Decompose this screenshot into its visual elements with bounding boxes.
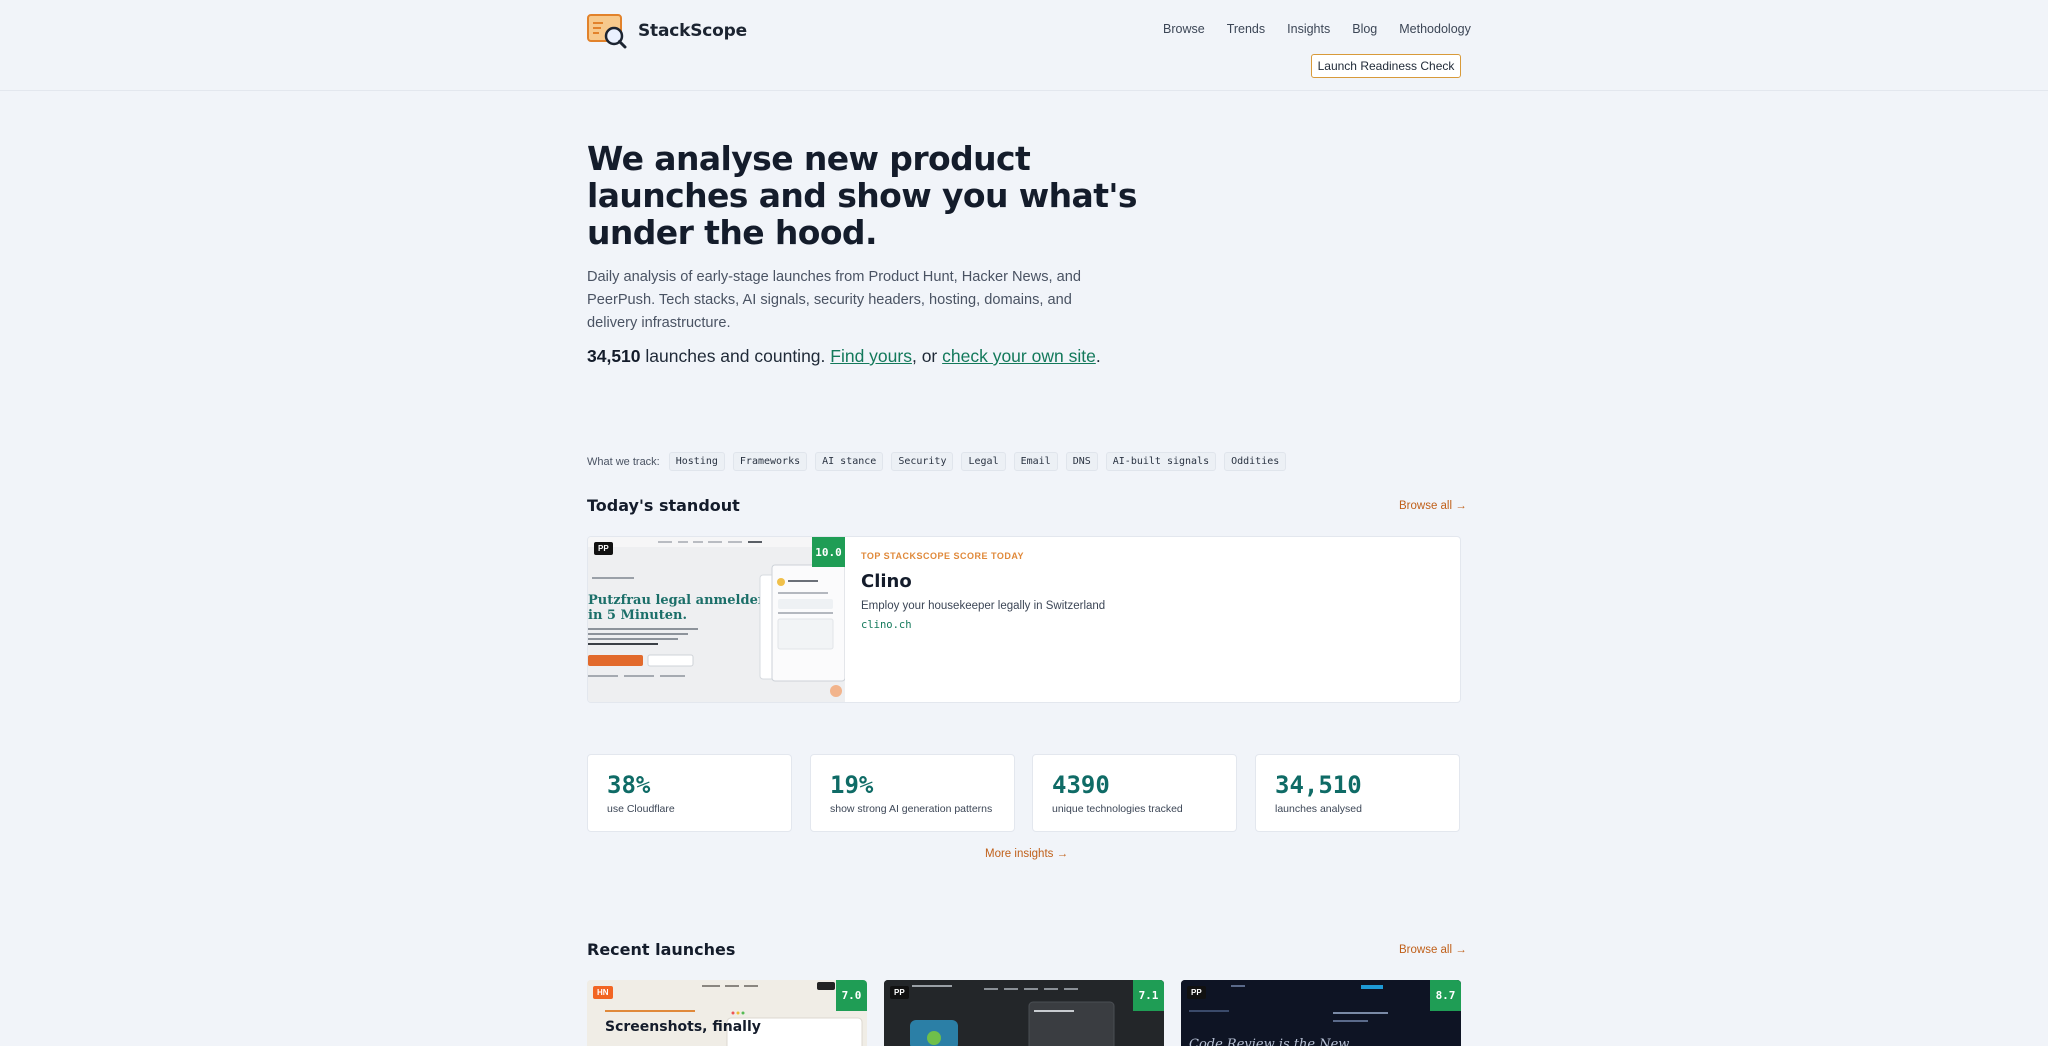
nav-blog[interactable]: Blog bbox=[1352, 22, 1377, 36]
hero-count-line: 34,510 launches and counting. Find yours… bbox=[587, 346, 1101, 367]
thumb-headline-2: in 5 Minuten. bbox=[588, 608, 687, 623]
score-badge: 10.0 bbox=[812, 537, 845, 567]
site-header: StackScope Browse Trends Insights Blog M… bbox=[0, 0, 2048, 91]
source-badge-pp: PP bbox=[890, 986, 909, 999]
stat-label: unique technologies tracked bbox=[1052, 803, 1183, 815]
chip-security[interactable]: Security bbox=[891, 452, 954, 471]
source-badge-pp: PP bbox=[594, 542, 613, 555]
chip-email[interactable]: Email bbox=[1013, 452, 1058, 471]
launch-readiness-check-button[interactable]: Launch Readiness Check bbox=[1311, 54, 1461, 78]
launch-thumb-headline: Code Review is the New bbox=[1189, 1037, 1349, 1046]
main-nav: Browse Trends Insights Blog Methodology bbox=[1163, 22, 1471, 36]
launch-thumb-headline: Screenshots, finally bbox=[605, 1019, 761, 1035]
stat-card: 4390 unique technologies tracked bbox=[1032, 754, 1237, 832]
stat-value: 38% bbox=[607, 771, 651, 799]
score-badge: 7.1 bbox=[1133, 980, 1164, 1011]
standout-thumbnail[interactable]: Putzfrau legal anmelden in 5 Minuten. PP… bbox=[588, 537, 845, 702]
chip-oddities[interactable]: Oddities bbox=[1224, 452, 1287, 471]
recent-browse-all-link[interactable]: Browse all → bbox=[1399, 944, 1467, 956]
stat-value: 4390 bbox=[1052, 771, 1110, 799]
stat-label: launches analysed bbox=[1275, 803, 1362, 815]
hero-description: Daily analysis of early-stage launches f… bbox=[587, 269, 1081, 331]
nav-trends[interactable]: Trends bbox=[1227, 22, 1265, 36]
standout-card[interactable]: Putzfrau legal anmelden in 5 Minuten. PP… bbox=[587, 536, 1461, 703]
standout-body: TOP STACKSCOPE SCORE TODAY Clino Employ … bbox=[861, 551, 1105, 631]
launch-card[interactable]: Code Review is the New PP 8.7 bbox=[1181, 980, 1461, 1046]
source-badge-pp: PP bbox=[1187, 986, 1206, 999]
score-badge: 7.0 bbox=[836, 980, 867, 1011]
nav-methodology[interactable]: Methodology bbox=[1399, 22, 1471, 36]
nav-browse[interactable]: Browse bbox=[1163, 22, 1205, 36]
standout-product-name[interactable]: Clino bbox=[861, 571, 1105, 592]
standout-eyebrow: TOP STACKSCOPE SCORE TODAY bbox=[861, 551, 1025, 561]
count-end: . bbox=[1095, 346, 1101, 366]
chip-frameworks[interactable]: Frameworks bbox=[732, 452, 808, 471]
launch-card[interactable]: PP 7.1 bbox=[884, 980, 1164, 1046]
recent-launches-heading: Recent launches bbox=[587, 940, 736, 959]
thumbnail-screenshot: Putzfrau legal anmelden in 5 Minuten. bbox=[588, 537, 845, 702]
count-text: launches and counting. bbox=[640, 346, 831, 366]
thumb-headline-1: Putzfrau legal anmelden bbox=[588, 593, 768, 608]
standout-heading: Today's standout bbox=[587, 496, 740, 515]
stat-label: use Cloudflare bbox=[607, 803, 675, 815]
track-row: What we track: Hosting Frameworks AI sta… bbox=[587, 452, 1294, 471]
stat-card: 38% use Cloudflare bbox=[587, 754, 792, 832]
hero-title: We analyse new product launches and show… bbox=[587, 139, 1138, 252]
stat-card: 34,510 launches analysed bbox=[1255, 754, 1460, 832]
launch-thumbnail bbox=[884, 980, 1164, 1046]
more-insights-link[interactable]: More insights → bbox=[985, 848, 1068, 860]
logo[interactable]: StackScope bbox=[587, 13, 747, 49]
stat-value: 34,510 bbox=[1275, 771, 1362, 799]
chip-ai-built-signals[interactable]: AI-built signals bbox=[1105, 452, 1217, 471]
standout-browse-all-link[interactable]: Browse all → bbox=[1399, 500, 1467, 512]
chip-hosting[interactable]: Hosting bbox=[668, 452, 725, 471]
stat-card: 19% show strong AI generation patterns bbox=[810, 754, 1015, 832]
launch-thumbnail: Screenshots, finally bbox=[587, 980, 867, 1046]
find-yours-link[interactable]: Find yours bbox=[830, 346, 912, 366]
stat-value: 19% bbox=[830, 771, 874, 799]
track-label: What we track: bbox=[587, 455, 660, 468]
launch-count: 34,510 bbox=[587, 346, 641, 366]
score-badge: 8.7 bbox=[1430, 980, 1461, 1011]
stackscope-logo-icon bbox=[587, 13, 629, 49]
standout-domain[interactable]: clino.ch bbox=[861, 619, 1105, 631]
brand-name: StackScope bbox=[638, 21, 747, 41]
stat-label: show strong AI generation patterns bbox=[830, 803, 993, 815]
chip-dns[interactable]: DNS bbox=[1065, 452, 1098, 471]
standout-tagline: Employ your housekeeper legally in Switz… bbox=[861, 600, 1106, 612]
launch-card[interactable]: Screenshots, finally HN 7.0 bbox=[587, 980, 867, 1046]
nav-insights[interactable]: Insights bbox=[1287, 22, 1330, 36]
launch-thumbnail: Code Review is the New bbox=[1181, 980, 1461, 1046]
source-badge-hn: HN bbox=[593, 986, 613, 999]
count-sep: , or bbox=[911, 346, 943, 366]
chip-ai-stance[interactable]: AI stance bbox=[815, 452, 884, 471]
check-own-site-link[interactable]: check your own site bbox=[942, 346, 1096, 366]
chip-legal[interactable]: Legal bbox=[961, 452, 1006, 471]
